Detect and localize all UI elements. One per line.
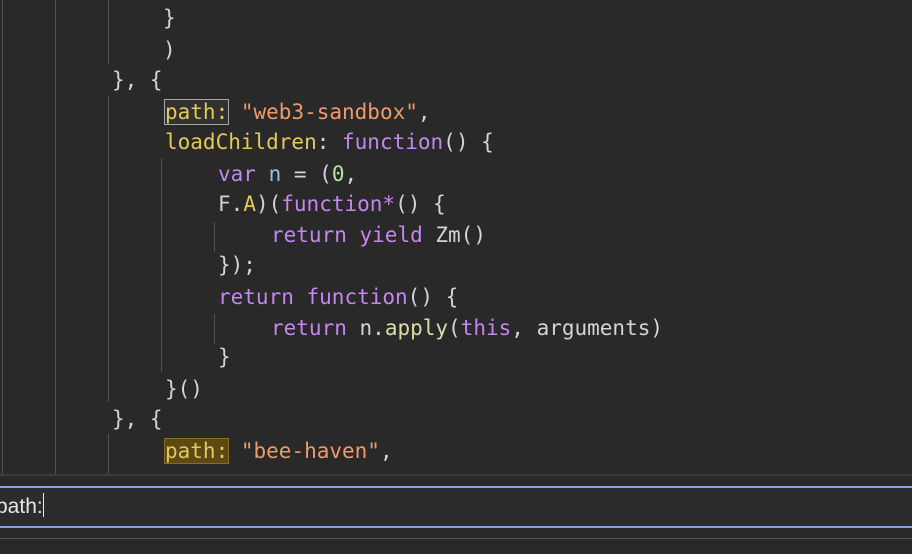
code-line: return function() { [218, 285, 459, 309]
code-line: return n.apply(this, arguments) [271, 316, 663, 340]
code-line: var n = (0, [218, 162, 358, 186]
indent-guide [161, 158, 162, 372]
code-line: path: "bee-haven", [163, 438, 393, 464]
search-input[interactable]: path: [0, 493, 44, 519]
indent-guide [214, 222, 215, 252]
divider [0, 474, 912, 476]
code-line: }); [218, 253, 256, 277]
code-line: path: "web3-sandbox", [163, 99, 431, 125]
code-line: ) [163, 38, 176, 62]
code-line: } [218, 345, 231, 369]
code-line: }() [165, 377, 203, 401]
indent-guide [108, 96, 109, 402]
code-line: F.A)(function*() { [218, 192, 446, 216]
text-caret [42, 493, 44, 517]
indent-guide [108, 434, 109, 474]
indent-guide [108, 0, 109, 64]
indent-guide [55, 0, 56, 474]
search-bar[interactable]: path: [0, 486, 912, 528]
indent-guide [2, 0, 3, 474]
code-line: }, { [112, 68, 163, 92]
code-line: return yield Zm() [271, 223, 486, 247]
code-editor[interactable]: } ) }, { path: "web3-sandbox", loadChild… [0, 0, 912, 474]
code-line: } [163, 6, 176, 30]
current-search-match: path: [163, 438, 230, 464]
search-match: path: [163, 99, 230, 125]
code-line: loadChildren: function() { [165, 130, 494, 154]
code-line: }, { [112, 407, 163, 431]
indent-guide [214, 314, 215, 344]
divider [0, 538, 912, 539]
